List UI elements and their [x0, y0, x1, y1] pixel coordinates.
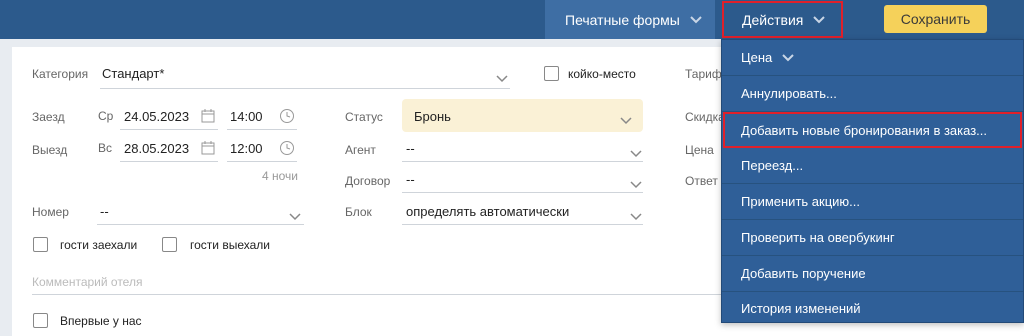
category-select[interactable]: Стандарт* [102, 66, 164, 81]
actions-label: Действия [742, 11, 804, 28]
category-label: Категория [32, 67, 89, 81]
calendar-icon[interactable] [200, 108, 216, 124]
chevron-down-icon[interactable] [289, 209, 301, 221]
chevron-down-icon [690, 15, 702, 24]
print-forms-button[interactable]: Печатные формы [545, 0, 715, 39]
chevron-down-icon[interactable] [630, 209, 642, 221]
menu-item-label: Применить акцию... [741, 194, 860, 209]
guests-checked-out-label: гости выехали [190, 238, 270, 252]
menu-item-move[interactable]: Переезд... [722, 148, 1023, 184]
save-button[interactable]: Сохранить [884, 5, 987, 33]
agent-select[interactable]: -- [406, 141, 415, 156]
guests-checked-out-checkbox[interactable] [162, 237, 177, 252]
print-forms-label: Печатные формы [565, 11, 680, 28]
menu-item-add-bookings[interactable]: Добавить новые бронирования в заказ... [723, 112, 1022, 148]
menu-item-cancel[interactable]: Аннулировать... [722, 76, 1023, 112]
chevron-down-icon[interactable] [496, 71, 508, 83]
hotel-comment-input[interactable]: Комментарий отеля [32, 275, 142, 289]
clock-icon[interactable] [279, 140, 295, 156]
agent-label: Агент [345, 143, 376, 157]
room-label: Номер [32, 205, 69, 219]
checkin-day: Ср [98, 109, 114, 123]
price-label: Цена [685, 143, 714, 157]
menu-item-label: Проверить на овербукинг [741, 230, 895, 245]
menu-item-label: Аннулировать... [741, 86, 837, 101]
contract-select[interactable]: -- [406, 172, 415, 187]
checkout-label: Выезд [32, 143, 68, 157]
chevron-down-icon [813, 15, 826, 24]
bed-place-checkbox[interactable] [544, 66, 559, 81]
chevron-down-icon[interactable] [630, 146, 642, 158]
nights-count: 4 ночи [262, 169, 298, 183]
status-label: Статус [345, 110, 383, 124]
first-time-checkbox[interactable] [33, 313, 48, 328]
checkin-label: Заезд [32, 110, 65, 124]
status-value: Бронь [414, 109, 451, 124]
guests-checked-in-checkbox[interactable] [33, 237, 48, 252]
chevron-down-icon [782, 53, 794, 62]
menu-item-label: История изменений [741, 300, 861, 316]
menu-item-apply-promo[interactable]: Применить акцию... [722, 184, 1023, 220]
menu-item-label: Добавить новые бронирования в заказ... [741, 122, 988, 138]
clock-icon[interactable] [279, 108, 295, 124]
calendar-icon[interactable] [200, 140, 216, 156]
checkout-day: Вс [98, 141, 113, 155]
menu-item-history[interactable]: История изменений [722, 292, 1023, 324]
block-select[interactable]: определять автоматически [406, 204, 569, 219]
checkin-time-input[interactable]: 14:00 [230, 109, 263, 124]
actions-button[interactable]: Действия [722, 1, 843, 38]
checkin-date-input[interactable]: 24.05.2023 [124, 109, 189, 124]
contract-label: Договор [345, 174, 391, 188]
menu-item-label: Цена [741, 50, 773, 65]
menu-item-label: Переезд... [741, 158, 804, 173]
responsible-label: Ответ [685, 174, 718, 188]
block-label: Блок [345, 205, 372, 219]
menu-item-price[interactable]: Цена [722, 40, 1023, 76]
guests-checked-in-label: гости заехали [60, 238, 138, 252]
menu-item-add-task[interactable]: Добавить поручение [722, 256, 1023, 292]
tariff-label: Тариф [685, 67, 722, 81]
menu-item-check-overbooking[interactable]: Проверить на овербукинг [722, 220, 1023, 256]
menu-item-label: Добавить поручение [741, 266, 866, 281]
actions-dropdown-menu: Цена Аннулировать... Добавить новые брон… [721, 39, 1024, 323]
chevron-down-icon[interactable] [620, 113, 632, 125]
room-select[interactable]: -- [100, 204, 109, 219]
checkout-date-input[interactable]: 28.05.2023 [124, 141, 189, 156]
discount-label: Скидка [685, 110, 725, 124]
first-time-label: Впервые у нас [60, 314, 142, 328]
checkout-time-input[interactable]: 12:00 [230, 141, 263, 156]
top-toolbar: Печатные формы Действия Сохранить [0, 0, 1024, 39]
bed-place-label: койко-место [568, 67, 636, 81]
chevron-down-icon[interactable] [630, 177, 642, 189]
